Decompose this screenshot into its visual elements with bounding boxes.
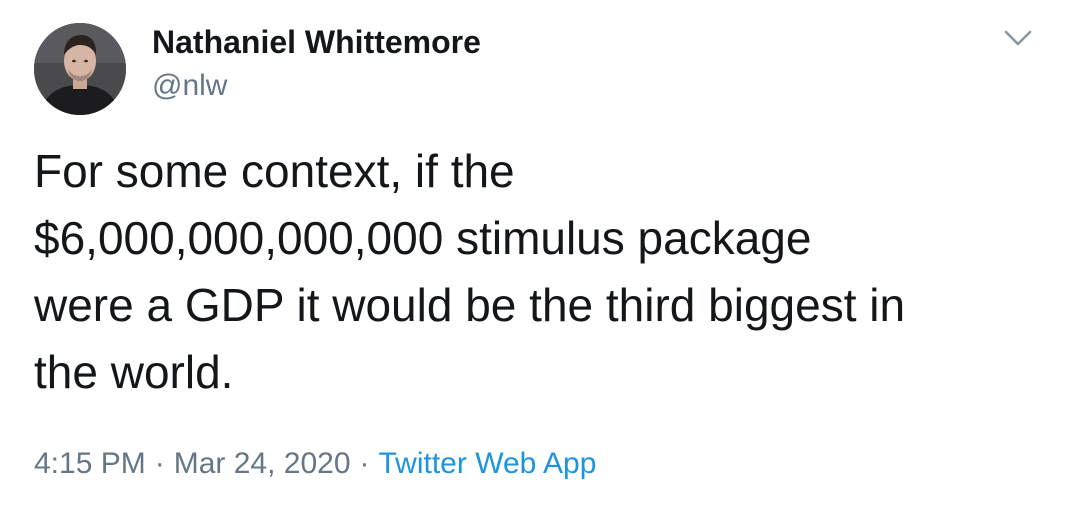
- tweet-card: Nathaniel Whittemore @nlw For some conte…: [0, 0, 1070, 518]
- meta-separator: ·: [359, 447, 370, 480]
- chevron-down-icon[interactable]: [998, 22, 1038, 54]
- avatar-photo: [34, 23, 126, 115]
- user-handle[interactable]: @nlw: [152, 68, 227, 104]
- avatar[interactable]: [34, 23, 126, 115]
- tweet-source-link[interactable]: Twitter Web App: [379, 447, 597, 480]
- tweet-text-line: $6,000,000,000,000 stimulus package: [34, 212, 812, 264]
- tweet-date[interactable]: Mar 24, 2020: [174, 447, 351, 480]
- meta-separator: ·: [154, 447, 165, 480]
- tweet-meta: 4:15 PM · Mar 24, 2020 · Twitter Web App: [34, 444, 596, 484]
- tweet-text: For some context, if the $6,000,000,000,…: [34, 138, 1034, 406]
- tweet-text-line: For some context, if the: [34, 145, 515, 197]
- tweet-timestamp[interactable]: 4:15 PM: [34, 447, 146, 480]
- display-name[interactable]: Nathaniel Whittemore: [152, 22, 481, 62]
- tweet-text-line: the world.: [34, 346, 234, 398]
- tweet-text-line: were a GDP it would be the third biggest…: [34, 279, 906, 331]
